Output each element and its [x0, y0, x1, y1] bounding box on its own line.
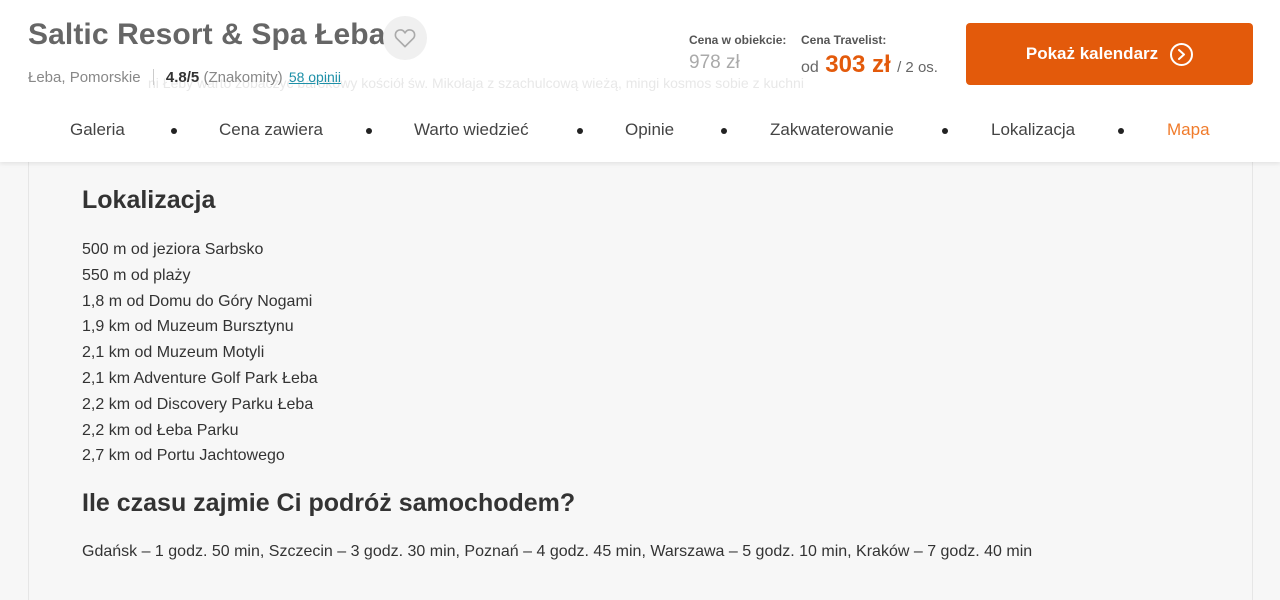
travel-heading: Ile czasu zajmie Ci podróż samochodem? — [82, 489, 576, 517]
price-from-label: od — [801, 59, 819, 76]
nav-separator-dot — [942, 128, 948, 134]
nav-separator-dot — [721, 128, 727, 134]
nav-item-lokalizacja[interactable]: Lokalizacja — [991, 120, 1075, 140]
sticky-header: ni Łeby warto zobaczyć barokowy kościół … — [0, 0, 1280, 162]
rating-label: (Znakomity) — [203, 69, 283, 86]
price-per-persons: / 2 os. — [897, 59, 938, 76]
reviews-link[interactable]: 58 opinii — [289, 69, 341, 85]
list-item: 2,1 km od Muzeum Motyli — [82, 344, 265, 362]
travelist-price-value: 303 zł — [825, 51, 891, 78]
show-calendar-label: Pokaż kalendarz — [1025, 44, 1159, 63]
nav-item-warto-wiedziec[interactable]: Warto wiedzieć — [414, 120, 529, 140]
object-price-label: Cena w obiekcie: — [689, 33, 787, 47]
travelist-price: Cena Travelist: od 303 zł / 2 os. — [801, 33, 938, 79]
chevron-right-circle-icon — [1170, 42, 1194, 66]
list-item: 2,2 km od Łeba Parku — [82, 421, 239, 439]
list-item: 1,9 km od Muzeum Bursztynu — [82, 318, 294, 336]
page-title: Saltic Resort & Spa Łeba — [28, 18, 386, 51]
nav-separator-dot — [1118, 128, 1124, 134]
nav-item-mapa[interactable]: Mapa — [1167, 120, 1210, 140]
list-item: 2,2 km od Discovery Parku Łeba — [82, 395, 314, 413]
object-price: Cena w obiekcie: 978 zł — [689, 33, 786, 74]
nav-item-opinie[interactable]: Opinie — [625, 120, 674, 140]
heart-icon — [394, 29, 416, 48]
nav-separator-dot — [366, 128, 372, 134]
location-list: 500 m od jeziora Sarbsko 550 m od plaży … — [82, 237, 318, 469]
list-item: 2,1 km Adventure Golf Park Łeba — [82, 369, 318, 387]
list-item: 500 m od jeziora Sarbsko — [82, 241, 264, 258]
travel-times: Gdańsk – 1 godz. 50 min, Szczecin – 3 go… — [82, 543, 1033, 560]
nav-separator-dot — [171, 128, 177, 134]
favorite-button[interactable] — [383, 16, 427, 60]
show-calendar-button[interactable]: Pokaż kalendarz — [966, 23, 1253, 85]
list-item: 2,7 km od Portu Jachtowego — [82, 447, 285, 465]
nav-item-cena-zawiera[interactable]: Cena zawiera — [219, 120, 323, 140]
travelist-price-label: Cena Travelist: — [801, 33, 887, 47]
nav-item-zakwaterowanie[interactable]: Zakwaterowanie — [770, 120, 894, 140]
nav-separator-dot — [577, 128, 583, 134]
object-price-value: 978 zł — [689, 52, 740, 73]
rating-score: 4.8/5 — [165, 69, 200, 86]
divider — [152, 69, 154, 85]
section-nav: Galeria Cena zawiera Warto wiedzieć Opin… — [0, 112, 1280, 152]
location-rating-line: Łeba, Pomorskie 4.8/5 (Znakomity) 58 opi… — [28, 69, 341, 86]
location-heading: Lokalizacja — [82, 186, 216, 214]
list-item: 1,8 m od Domu do Góry Nogami — [82, 292, 313, 310]
page: Lokalizacja 500 m od jeziora Sarbsko 550… — [0, 0, 1280, 600]
nav-item-galeria[interactable]: Galeria — [70, 120, 125, 140]
location-text: Łeba, Pomorskie — [28, 69, 141, 86]
list-item: 550 m od plaży — [82, 266, 191, 284]
